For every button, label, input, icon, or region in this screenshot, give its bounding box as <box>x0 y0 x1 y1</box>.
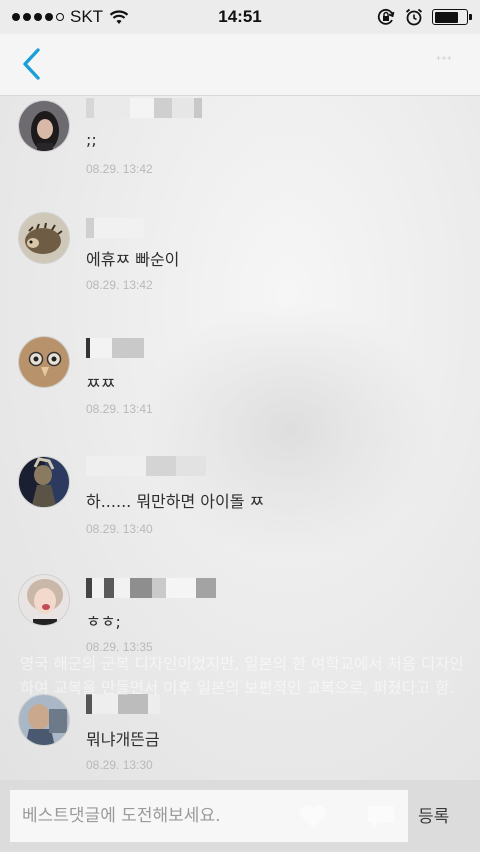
comment-bubble-icon <box>368 806 394 828</box>
avatar-owl-icon[interactable] <box>18 336 70 388</box>
signal-strength-icon <box>12 13 64 21</box>
avatar-costume-icon[interactable] <box>18 456 70 508</box>
comment-text: ㅉㅉ <box>86 374 116 393</box>
author-name-redacted <box>86 456 206 476</box>
comment-item: 에휴ㅉ 빠순이 08.29. 13:42 <box>0 212 480 332</box>
chevron-left-icon <box>23 48 40 80</box>
avatar-hedgehog-icon[interactable] <box>18 212 70 264</box>
status-bar: SKT 14:51 <box>0 0 480 34</box>
comment-text: 에휴ㅉ 빠순이 <box>86 250 180 269</box>
author-name-redacted <box>86 98 202 118</box>
status-left: SKT <box>12 7 129 27</box>
comment-time: 08.29. 13:30 <box>86 758 153 772</box>
comment-item: ;; 08.29. 13:42 <box>0 96 480 216</box>
author-name-redacted <box>86 578 216 598</box>
comment-time: 08.29. 13:41 <box>86 402 153 416</box>
status-right <box>376 7 472 27</box>
author-name-redacted <box>86 338 158 358</box>
battery-icon <box>432 9 472 25</box>
status-time: 14:51 <box>218 7 262 26</box>
comment-input[interactable] <box>10 790 408 842</box>
battery-level-fill <box>434 11 458 23</box>
comment-time: 08.29. 13:40 <box>86 522 153 536</box>
comment-item: 하...... 뭐만하면 아이돌 ㅉ 08.29. 13:40 <box>0 452 480 572</box>
author-name-redacted <box>86 694 160 714</box>
comment-input-bar: 등록 <box>0 780 480 852</box>
avatar-woman-icon[interactable] <box>18 100 70 152</box>
avatar-man-icon[interactable] <box>18 694 70 746</box>
comment-time: 08.29. 13:42 <box>86 162 153 176</box>
comment-text: 뭐냐개뜬금 <box>86 730 160 749</box>
submit-button[interactable]: 등록 <box>418 802 449 827</box>
back-button[interactable] <box>18 46 48 82</box>
comment-time: 08.29. 13:35 <box>86 640 153 654</box>
comment-time: 08.29. 13:42 <box>86 278 153 292</box>
rotation-lock-icon <box>377 8 395 25</box>
comment-text: 하...... 뭐만하면 아이돌 ㅉ <box>86 492 265 511</box>
navigation-bar: ᐩᐩᐩ <box>0 34 480 96</box>
wifi-icon <box>109 10 129 24</box>
comment-item: 뭐냐개뜬금 08.29. 13:30 <box>0 688 480 780</box>
comment-item: ㅎㅎ; 08.29. 13:35 <box>0 572 480 692</box>
carrier-label: SKT <box>70 7 104 26</box>
comment-text: ㅎㅎ; <box>86 612 121 631</box>
author-name-redacted <box>86 218 144 238</box>
avatar-girl-icon[interactable] <box>18 574 70 626</box>
comment-text: ;; <box>86 130 97 149</box>
comment-item: ㅉㅉ 08.29. 13:41 <box>0 332 480 452</box>
heart-icon <box>300 805 326 828</box>
alarm-clock-icon <box>405 8 423 26</box>
comment-list[interactable]: ;; 08.29. 13:42 에휴ㅉ 빠순이 08.29. 13:42 ㅉㅉ … <box>0 96 480 780</box>
nav-faint-label: ᐩᐩᐩ <box>435 54 452 70</box>
